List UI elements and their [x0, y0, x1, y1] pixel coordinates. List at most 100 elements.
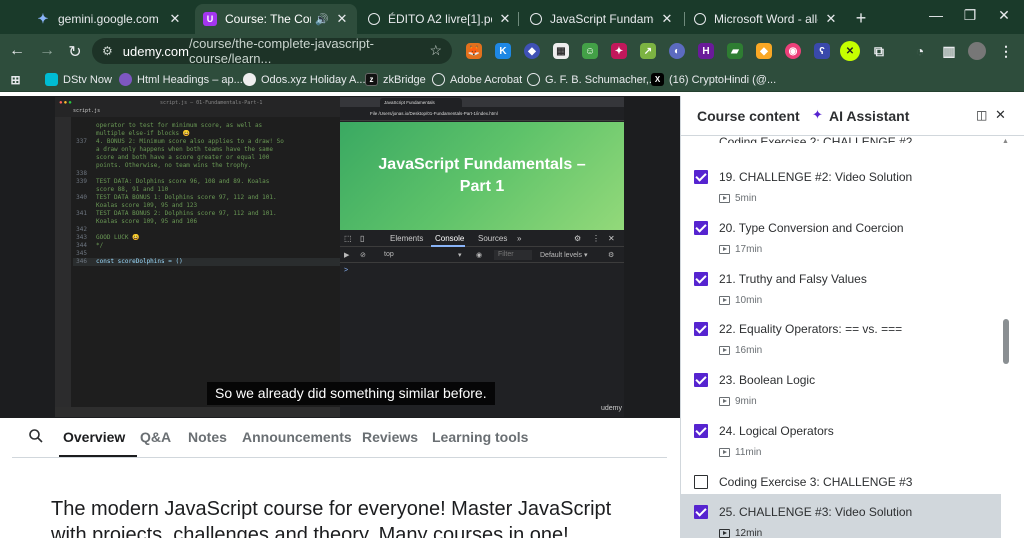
completion-checkbox[interactable]	[694, 322, 708, 337]
close-tab-icon[interactable]: ✕	[660, 11, 674, 27]
completion-checkbox[interactable]	[694, 220, 708, 235]
restore-icon[interactable]: ❐	[960, 7, 980, 24]
tab-qa[interactable]: Q&A	[140, 429, 171, 445]
globe-icon	[368, 13, 380, 25]
list-item[interactable]: 22. Equality Operators: == vs. === 16min	[681, 311, 1001, 362]
curriculum-item-label: 19. CHALLENGE #2: Video Solution	[719, 170, 913, 184]
tab-edito-pdf[interactable]: ÉDITO A2 livre[1].pdf ✕	[360, 4, 520, 34]
completion-checkbox[interactable]	[694, 271, 708, 286]
metamask-extension-icon[interactable]: 🦊	[466, 43, 482, 59]
lecture-duration: 11min	[735, 446, 762, 458]
console-sidebar-icon: ▶	[344, 252, 350, 259]
close-tab-icon[interactable]: ✕	[824, 11, 838, 27]
tab-announcements[interactable]: Announcements	[242, 429, 352, 445]
tab-notes[interactable]: Notes	[188, 429, 227, 445]
tab-microsoft-word[interactable]: Microsoft Word - all-codi ✕	[686, 4, 846, 34]
tab-overview[interactable]: Overview	[63, 429, 125, 445]
address-bar[interactable]: ⚙ udemy.com /course/the-complete-javascr…	[92, 36, 452, 66]
bookmarks-bar: ⊞ DStv Now Html Headings – ap... Odos.xy…	[0, 68, 1024, 92]
code-line: 343 GOOD LUCK 😀	[73, 234, 340, 242]
forward-button[interactable]: →	[38, 42, 56, 60]
list-item[interactable]: 19. CHALLENGE #2: Video Solution 5min	[681, 159, 1001, 210]
tab-label: JavaScript Fundamentals	[550, 12, 654, 26]
completion-checkbox[interactable]	[694, 373, 708, 388]
binance-extension-icon[interactable]: ◆	[756, 43, 772, 59]
bookmark-odos[interactable]: Odos.xyz Holiday A...	[243, 73, 366, 86]
green-face-extension-icon[interactable]: ☺	[582, 43, 598, 59]
site-info-icon[interactable]: ⚙	[102, 44, 113, 58]
ghost-extension-icon[interactable]: ◐	[669, 43, 685, 59]
leaf-extension-icon[interactable]: ↗	[640, 43, 656, 59]
bookmark-dstv[interactable]: DStv Now	[45, 73, 112, 86]
code-text: score 88, 91 and 110	[96, 186, 169, 193]
bookmark-cryptohindi[interactable]: X (16) CryptoHindi (@...	[651, 73, 776, 86]
video-caption: So we already did something similar befo…	[207, 382, 495, 405]
tab-reviews[interactable]: Reviews	[362, 429, 418, 445]
lecture-meta: 12min	[719, 528, 762, 538]
h-extension-icon[interactable]: H	[698, 43, 714, 59]
audio-playing-icon[interactable]: 🔊	[315, 13, 329, 26]
devtools-tab-console: Console	[435, 234, 465, 243]
search-icon[interactable]	[28, 428, 44, 444]
close-tab-icon[interactable]: ✕	[498, 11, 512, 27]
bear-extension-icon[interactable]: ʕ	[814, 43, 830, 59]
close-sidebar-icon[interactable]: ✕	[995, 107, 1006, 123]
curriculum-item-label: 21. Truthy and Falsy Values	[719, 271, 867, 286]
list-item[interactable]: 25. CHALLENGE #3: Video Solution 12min	[681, 493, 1001, 538]
sidebar-title[interactable]: Course content	[697, 108, 800, 124]
tab-js-fundamentals[interactable]: JavaScript Fundamentals ✕	[522, 4, 682, 34]
tab-udemy-course[interactable]: U Course: The Complet 🔊 ✕	[195, 4, 357, 34]
diamond-extension-icon[interactable]: ◆	[524, 43, 540, 59]
completion-checkbox[interactable]	[694, 170, 708, 184]
performance-icon[interactable]: ◔	[912, 43, 928, 59]
code-text: TEST DATA: Dolphins score 96, 108 and 89…	[96, 178, 270, 185]
curriculum-item-label: Coding Exercise 2: CHALLENGE #2	[719, 135, 913, 143]
list-item[interactable]: Coding Exercise 3: CHALLENGE #3	[681, 464, 1001, 494]
avatar[interactable]	[968, 42, 986, 60]
reload-button[interactable]: ↻	[66, 42, 84, 62]
completion-checkbox[interactable]	[694, 474, 708, 489]
sidepanel-icon[interactable]: ▥	[941, 43, 957, 59]
sidebar-scrollbar[interactable]: ▲	[1001, 136, 1011, 538]
ai-assistant-tab[interactable]: AI Assistant	[829, 108, 909, 124]
tab-learning-tools[interactable]: Learning tools	[432, 429, 528, 445]
close-tab-icon[interactable]: ✕	[335, 11, 349, 27]
red-extension-icon[interactable]: ✦	[611, 43, 627, 59]
menu-kebab-icon[interactable]: ⋮	[998, 43, 1014, 59]
extensions-puzzle-icon[interactable]: ⧉	[871, 43, 887, 59]
bookmark-zkbridge[interactable]: z zkBridge	[365, 73, 426, 86]
completion-checkbox[interactable]	[694, 423, 708, 438]
list-item[interactable]: 20. Type Conversion and Coercion 17min	[681, 210, 1001, 261]
close-tab-icon[interactable]: ✕	[168, 11, 182, 27]
x-extension-icon[interactable]: ✕	[840, 41, 860, 61]
video-play-icon	[719, 447, 730, 457]
code-line: 338	[73, 170, 340, 178]
completion-checkbox[interactable]	[694, 504, 708, 519]
console-prompt: >	[344, 267, 349, 274]
context-dropdown-icon: ▾	[458, 252, 462, 259]
list-item[interactable]: 24. Logical Operators 11min	[681, 413, 1001, 464]
k-extension-icon[interactable]: K	[495, 43, 511, 59]
bookmark-star-icon[interactable]: ☆	[429, 42, 442, 59]
bookmark-schumacher[interactable]: G. F. B. Schumacher,...	[527, 73, 658, 86]
back-button[interactable]: ←	[8, 42, 26, 60]
grid-extension-icon[interactable]: ▦	[553, 43, 569, 59]
new-tab-button[interactable]: +	[852, 8, 870, 29]
expand-sidebar-icon[interactable]: ◫	[976, 108, 987, 122]
flag-extension-icon[interactable]: ▰	[727, 43, 743, 59]
close-window-icon[interactable]: ✕	[994, 7, 1014, 24]
editor-statusbar	[55, 407, 340, 417]
scroll-up-icon[interactable]: ▲	[1002, 138, 1009, 145]
scrollbar-thumb[interactable]	[1003, 319, 1009, 364]
bookmark-html-headings[interactable]: Html Headings – ap...	[119, 73, 243, 86]
tab-label: Microsoft Word - all-codi	[714, 12, 818, 26]
list-item[interactable]: 23. Boolean Logic 9min	[681, 362, 1001, 413]
video-player[interactable]: ●●● script.js — 01-Fundamentals-Part-1 s…	[55, 97, 624, 417]
minimize-icon[interactable]: —	[926, 7, 946, 23]
pink-extension-icon[interactable]: ◉	[785, 43, 801, 59]
tab-gemini[interactable]: ✦ gemini.google.com ✕	[28, 4, 190, 34]
list-item[interactable]: 21. Truthy and Falsy Values 10min	[681, 261, 1001, 312]
bookmark-adobe[interactable]: Adobe Acrobat	[432, 73, 522, 86]
curriculum-item-label: 20. Type Conversion and Coercion	[719, 220, 904, 235]
apps-icon[interactable]: ⊞	[9, 73, 27, 87]
